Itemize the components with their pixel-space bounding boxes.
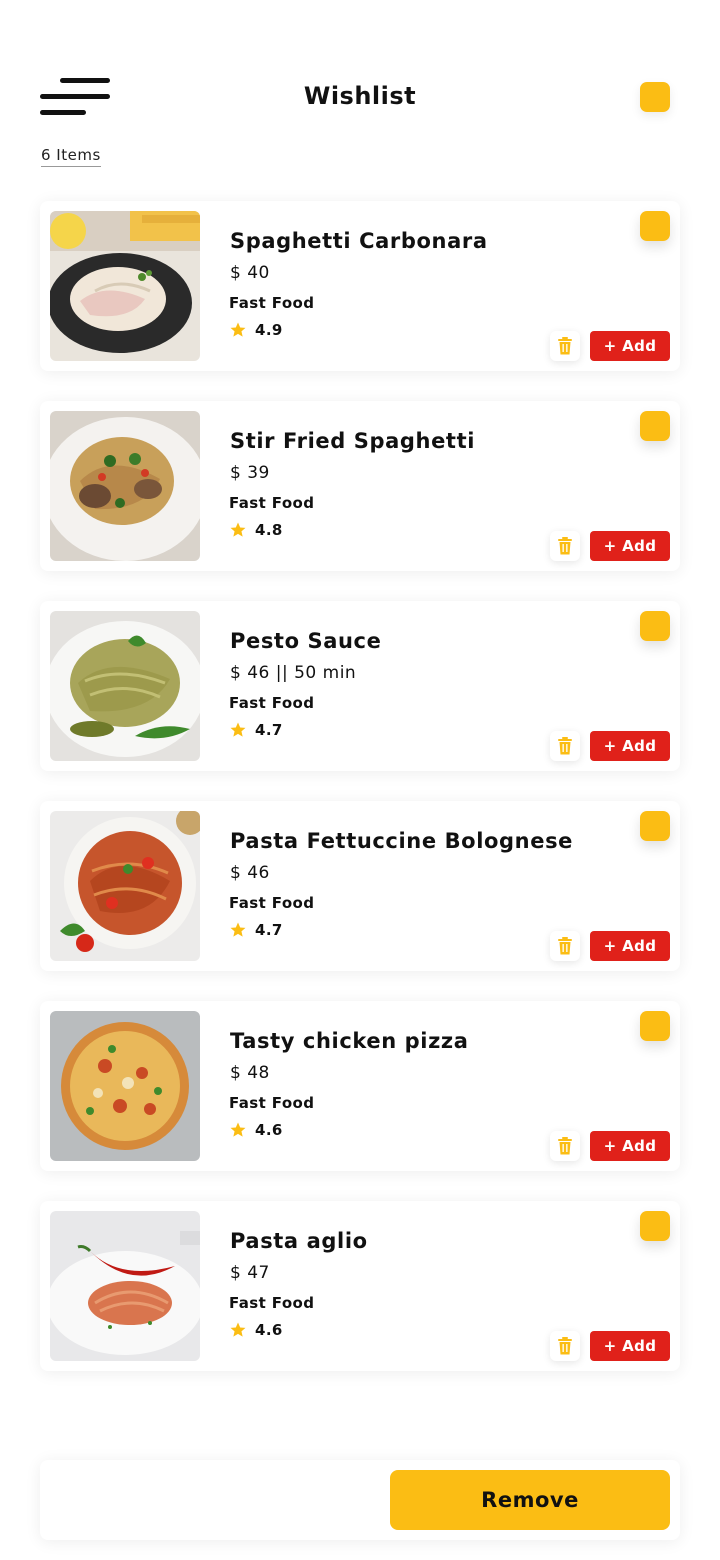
add-to-cart-button[interactable]: + Add bbox=[590, 731, 670, 761]
star-icon bbox=[230, 322, 246, 337]
bottom-action-bar: Remove bbox=[40, 1460, 680, 1540]
trash-icon bbox=[558, 1337, 572, 1355]
star-icon bbox=[230, 1122, 246, 1137]
item-name: Spaghetti Carbonara bbox=[230, 229, 488, 253]
rating-value: 4.8 bbox=[255, 521, 283, 539]
select-all-checkbox[interactable] bbox=[640, 82, 670, 112]
wishlist-item: Pesto Sauce $ 46 || 50 min Fast Food 4.7… bbox=[40, 601, 680, 771]
delete-button[interactable] bbox=[550, 531, 580, 561]
item-rating: 4.9 bbox=[229, 321, 283, 339]
item-name: Pesto Sauce bbox=[230, 629, 382, 653]
item-select-checkbox[interactable] bbox=[640, 411, 670, 441]
item-price: $ 46 bbox=[230, 863, 270, 883]
trash-icon bbox=[558, 737, 572, 755]
food-image bbox=[50, 611, 200, 761]
item-name: Pasta Fettuccine Bolognese bbox=[230, 829, 574, 853]
item-price: $ 39 bbox=[230, 463, 270, 483]
item-price: $ 46 || 50 min bbox=[230, 663, 357, 683]
add-to-cart-button[interactable]: + Add bbox=[590, 931, 670, 961]
item-price: $ 47 bbox=[230, 1263, 270, 1283]
wishlist-item: Spaghetti Carbonara $ 40 Fast Food 4.9 +… bbox=[40, 201, 680, 371]
item-price: $ 40 bbox=[230, 263, 270, 283]
rating-value: 4.6 bbox=[255, 1321, 283, 1339]
item-name: Stir Fried Spaghetti bbox=[230, 429, 475, 453]
delete-button[interactable] bbox=[550, 931, 580, 961]
hamburger-line bbox=[40, 110, 86, 115]
item-rating: 4.6 bbox=[229, 1121, 283, 1139]
add-to-cart-button[interactable]: + Add bbox=[590, 1331, 670, 1361]
rating-value: 4.6 bbox=[255, 1121, 283, 1139]
star-icon bbox=[230, 722, 246, 737]
rating-value: 4.7 bbox=[255, 721, 283, 739]
wishlist-item: Pasta aglio $ 47 Fast Food 4.6 + Add bbox=[40, 1201, 680, 1371]
item-price: $ 48 bbox=[230, 1063, 270, 1083]
food-image bbox=[50, 1211, 200, 1361]
rating-value: 4.9 bbox=[255, 321, 283, 339]
item-rating: 4.7 bbox=[229, 721, 283, 739]
delete-button[interactable] bbox=[550, 1331, 580, 1361]
remove-button[interactable]: Remove bbox=[390, 1470, 670, 1530]
food-image bbox=[50, 1011, 200, 1161]
star-icon bbox=[230, 1322, 246, 1337]
item-select-checkbox[interactable] bbox=[640, 811, 670, 841]
star-icon bbox=[230, 522, 246, 537]
item-rating: 4.8 bbox=[229, 521, 283, 539]
trash-icon bbox=[558, 337, 572, 355]
delete-button[interactable] bbox=[550, 331, 580, 361]
item-select-checkbox[interactable] bbox=[640, 211, 670, 241]
item-select-checkbox[interactable] bbox=[640, 1011, 670, 1041]
wishlist-item: Pasta Fettuccine Bolognese $ 46 Fast Foo… bbox=[40, 801, 680, 971]
item-name: Tasty chicken pizza bbox=[230, 1029, 469, 1053]
star-icon bbox=[230, 922, 246, 937]
item-select-checkbox[interactable] bbox=[640, 1211, 670, 1241]
item-category: Fast Food bbox=[229, 894, 315, 912]
delete-button[interactable] bbox=[550, 1131, 580, 1161]
item-category: Fast Food bbox=[229, 494, 315, 512]
wishlist-item: Tasty chicken pizza $ 48 Fast Food 4.6 +… bbox=[40, 1001, 680, 1171]
trash-icon bbox=[558, 537, 572, 555]
item-category: Fast Food bbox=[229, 694, 315, 712]
page-title: Wishlist bbox=[303, 82, 417, 110]
item-category: Fast Food bbox=[229, 1294, 315, 1312]
add-to-cart-button[interactable]: + Add bbox=[590, 531, 670, 561]
add-to-cart-button[interactable]: + Add bbox=[590, 1131, 670, 1161]
rating-value: 4.7 bbox=[255, 921, 283, 939]
item-category: Fast Food bbox=[229, 294, 315, 312]
item-select-checkbox[interactable] bbox=[640, 611, 670, 641]
item-rating: 4.7 bbox=[229, 921, 283, 939]
food-image bbox=[50, 211, 200, 361]
food-image bbox=[50, 411, 200, 561]
wishlist-item: Stir Fried Spaghetti $ 39 Fast Food 4.8 … bbox=[40, 401, 680, 571]
delete-button[interactable] bbox=[550, 731, 580, 761]
trash-icon bbox=[558, 1137, 572, 1155]
item-name: Pasta aglio bbox=[230, 1229, 368, 1253]
food-image bbox=[50, 811, 200, 961]
item-category: Fast Food bbox=[229, 1094, 315, 1112]
trash-icon bbox=[558, 937, 572, 955]
add-to-cart-button[interactable]: + Add bbox=[590, 331, 670, 361]
items-count: 6 Items bbox=[41, 146, 101, 167]
item-rating: 4.6 bbox=[229, 1321, 283, 1339]
